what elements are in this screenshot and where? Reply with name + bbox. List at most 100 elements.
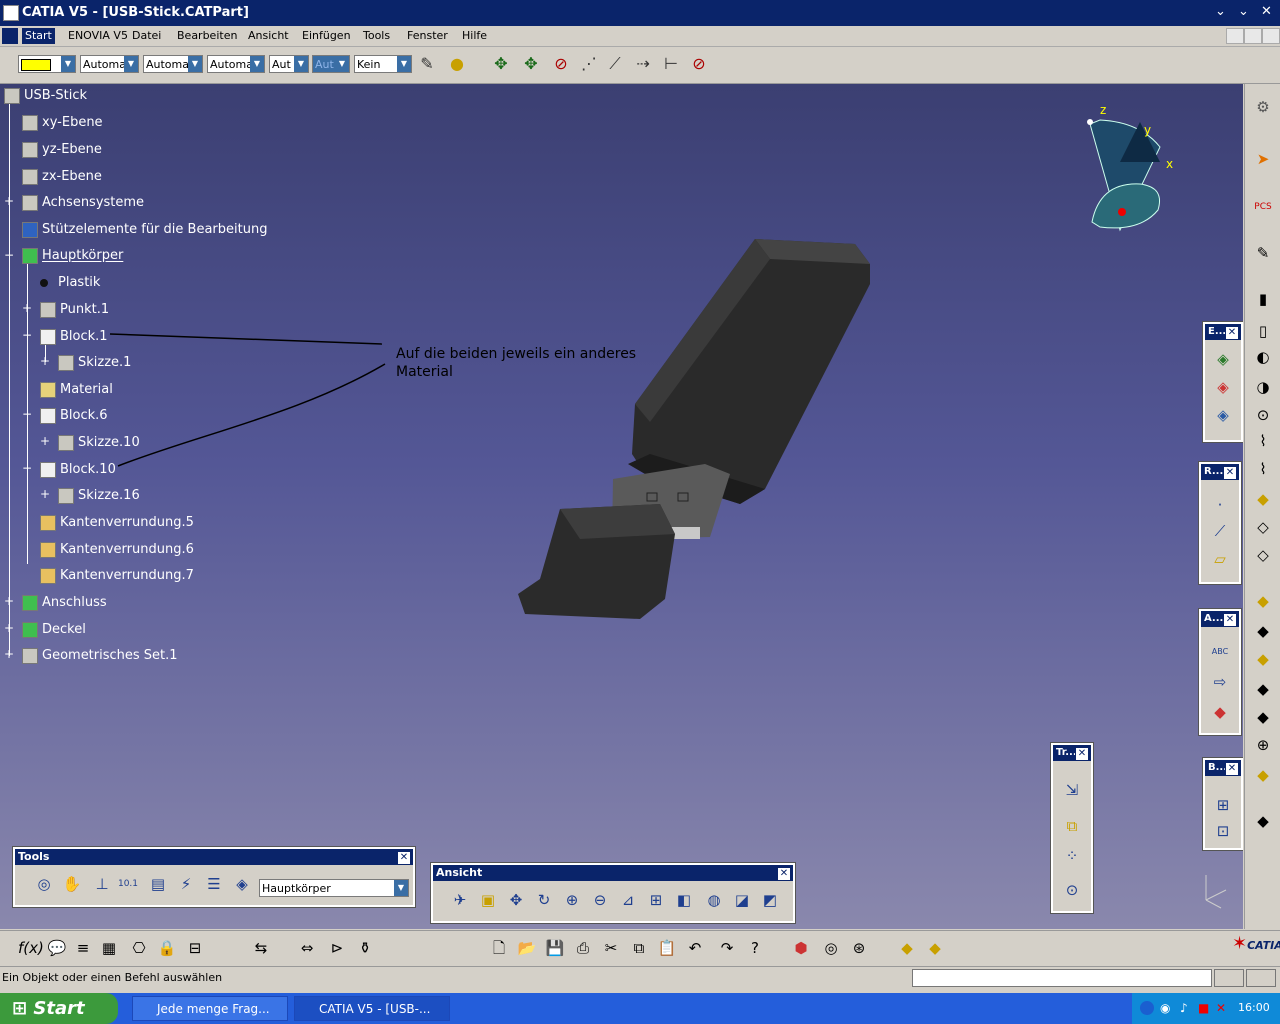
close-icon[interactable]: ✕ — [1223, 466, 1237, 480]
remove-loft-icon[interactable]: ◇ — [1252, 544, 1274, 566]
annotation-set-icon[interactable]: ◆ — [924, 937, 946, 959]
antivirus-icon[interactable]: ◉ — [1160, 1001, 1170, 1015]
snap-icon[interactable]: ✥ — [520, 53, 542, 75]
parameter-icon[interactable]: ≡ — [72, 937, 94, 959]
table-icon[interactable]: ▦ — [98, 937, 120, 959]
menu-einfuegen[interactable]: Einfügen — [302, 29, 351, 42]
command-input[interactable] — [912, 969, 1212, 987]
taskbar-item-catia[interactable]: CATIA V5 - [USB-... — [294, 996, 450, 1021]
scale-icon[interactable]: ⊙ — [1061, 879, 1083, 901]
multi-view-icon[interactable]: ⊞ — [645, 889, 667, 911]
close-button[interactable]: ✕ — [1261, 4, 1272, 19]
rotate-icon[interactable]: ↻ — [533, 889, 555, 911]
pdf-icon[interactable]: PCS — [1252, 196, 1274, 218]
redo-icon[interactable]: ↷ — [716, 937, 738, 959]
groove-icon[interactable]: ◑ — [1252, 376, 1274, 398]
shell-icon[interactable]: ◆ — [1252, 620, 1274, 642]
open-icon[interactable]: 📂 — [516, 937, 538, 959]
normal-view-icon[interactable]: ⊿ — [617, 889, 639, 911]
network-icon[interactable] — [1140, 1001, 1154, 1015]
menu-ansicht[interactable]: Ansicht — [248, 29, 289, 42]
mirror-icon[interactable]: ⧉ — [1061, 815, 1083, 837]
iso-view-icon[interactable]: ◧ — [673, 889, 695, 911]
edge-fillet-icon[interactable]: ◈ — [1212, 348, 1234, 370]
undo-icon[interactable]: ↶ — [684, 937, 706, 959]
move-icon[interactable]: ✥ — [490, 53, 512, 75]
taskbar-item-firefox[interactable]: Jede menge Frag... — [132, 996, 288, 1021]
close-icon[interactable]: ✕ — [777, 867, 791, 881]
alert-icon[interactable]: ✕ — [1216, 1001, 1226, 1015]
thickness-icon[interactable]: ◆ — [1252, 648, 1274, 670]
plane-icon[interactable]: ▱ — [1209, 548, 1231, 570]
save-icon[interactable]: 💾 — [544, 937, 566, 959]
hole-icon[interactable]: ⊙ — [1252, 404, 1274, 426]
material-sphere-icon[interactable]: ● — [446, 53, 468, 75]
boolean-assemble-icon[interactable]: ⊞ — [1212, 794, 1234, 816]
painter-icon[interactable]: ✎ — [416, 53, 438, 75]
fit-all-icon[interactable]: ▣ — [477, 889, 499, 911]
comment-icon[interactable]: 💬 — [46, 937, 68, 959]
point-icon[interactable]: · — [1209, 494, 1231, 516]
command-history-button[interactable] — [1246, 969, 1276, 987]
menu-hilfe[interactable]: Hilfe — [462, 29, 487, 42]
command-enter-button[interactable] — [1214, 969, 1244, 987]
menu-enovia[interactable]: ENOVIA V5 — [68, 29, 128, 42]
pocket-icon[interactable]: ▯ — [1252, 320, 1274, 342]
menu-start[interactable]: Start — [22, 28, 55, 44]
flag-note-icon[interactable]: ⇨ — [1209, 671, 1231, 693]
sketcher-icon[interactable]: ✎ — [1252, 242, 1274, 264]
shading-icon[interactable]: ◍ — [703, 889, 725, 911]
zoom-out-icon[interactable]: ⊖ — [589, 889, 611, 911]
slot-icon[interactable]: ⌇ — [1252, 458, 1274, 480]
line-icon[interactable]: ⟋ — [1209, 520, 1231, 542]
help-icon[interactable]: ? — [744, 937, 766, 959]
apply-material-icon[interactable]: ⊘ — [688, 53, 710, 75]
translate-icon[interactable]: ⇲ — [1061, 779, 1083, 801]
menu-bearbeiten[interactable]: Bearbeiten — [177, 29, 237, 42]
text-annotation-icon[interactable]: ABC — [1209, 641, 1231, 663]
remove-face-icon[interactable]: ◆ — [1252, 706, 1274, 728]
measure-item-icon[interactable]: ⊳ — [326, 937, 348, 959]
layer-combo[interactable]: Kein ▼ — [354, 55, 412, 73]
measure-icon[interactable]: ⊢ — [660, 53, 682, 75]
menu-fenster[interactable]: Fenster — [407, 29, 448, 42]
pad-icon[interactable]: ▮ — [1252, 288, 1274, 310]
mdi-close-button[interactable] — [1262, 28, 1280, 44]
restore-button[interactable]: ⌄ — [1238, 4, 1249, 19]
boolean-add-icon[interactable]: ⊡ — [1212, 820, 1234, 842]
analysis-icon[interactable]: ⚡ — [175, 873, 197, 895]
hide-show-icon[interactable]: ◪ — [731, 889, 753, 911]
line-icon[interactable]: ⟋ — [604, 53, 626, 75]
pattern-icon[interactable]: ⁘ — [1061, 845, 1083, 867]
zoom-in-icon[interactable]: ⊕ — [561, 889, 583, 911]
measure-between-icon[interactable]: ⇔ — [296, 937, 318, 959]
hand-icon[interactable]: ✋ — [61, 873, 83, 895]
split-icon[interactable]: ◆ — [1252, 764, 1274, 786]
menu-tools[interactable]: Tools — [363, 29, 390, 42]
copy-icon[interactable]: ⧉ — [628, 937, 650, 959]
knowledge-icon[interactable]: ⎔ — [128, 937, 150, 959]
close-icon[interactable]: ✕ — [1225, 762, 1239, 776]
stiffener-icon[interactable]: ◆ — [1252, 488, 1274, 510]
rib-icon[interactable]: ⌇ — [1252, 430, 1274, 452]
variable-fillet-icon[interactable]: ◈ — [1212, 376, 1234, 398]
axis-system-icon[interactable]: ⊥ — [91, 873, 113, 895]
close-icon[interactable]: ✕ — [1223, 613, 1237, 627]
loft-icon[interactable]: ◇ — [1252, 516, 1274, 538]
mdi-minimize-button[interactable] — [1226, 28, 1244, 44]
select-arrow-icon[interactable]: ➤ — [1252, 148, 1274, 170]
linewidth-combo[interactable]: Automa ▼ — [143, 55, 203, 73]
catalog-icon[interactable]: ▤ — [147, 873, 169, 895]
target-icon[interactable]: ⊕ — [1252, 734, 1274, 756]
workbench-icon[interactable]: ⬢ — [790, 937, 812, 959]
close-icon[interactable]: ✕ — [1075, 747, 1089, 761]
document-icon[interactable] — [2, 28, 18, 44]
mdi-restore-button[interactable] — [1244, 28, 1262, 44]
axis-icon[interactable]: ⇢ — [632, 53, 654, 75]
update-icon[interactable]: ◎ — [33, 873, 55, 895]
usb-stick-model[interactable] — [500, 154, 900, 634]
thick-surface-icon[interactable]: ◆ — [1252, 810, 1274, 832]
paste-icon[interactable]: 📋 — [656, 937, 678, 959]
linetype-combo[interactable]: Automa ▼ — [207, 55, 265, 73]
transparency-combo[interactable]: Automa ▼ — [80, 55, 139, 73]
